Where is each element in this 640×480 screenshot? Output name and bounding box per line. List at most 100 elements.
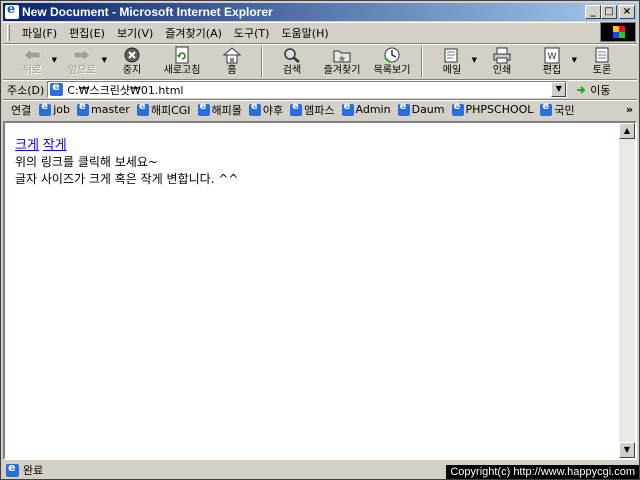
back-button[interactable]: 뒤로 ▼ xyxy=(7,46,57,80)
menu-tools[interactable]: 도구(T) xyxy=(228,25,276,41)
close-button[interactable]: × xyxy=(619,5,635,19)
link-page-icon xyxy=(248,101,261,116)
copyright-watermark: Copyright(c) http://www.happycgi.com xyxy=(446,465,639,479)
mail-button[interactable]: 메일 ▼ xyxy=(427,46,477,80)
link-happycgi[interactable]: 해피CGI xyxy=(136,101,191,118)
history-button[interactable]: 목록보기 xyxy=(367,46,417,80)
word-edit-icon: W xyxy=(544,47,560,64)
toolbar-grip xyxy=(7,24,10,41)
forward-button[interactable]: 앞으로 ▼ xyxy=(57,46,107,80)
refresh-icon xyxy=(175,46,189,64)
enlarge-text-link[interactable]: 크게 xyxy=(15,138,39,153)
history-icon xyxy=(384,47,400,63)
minimize-button[interactable]: _ xyxy=(585,5,601,19)
window-controls: _ □ × xyxy=(585,5,635,19)
search-icon xyxy=(284,48,300,63)
standard-toolbar: 뒤로 ▼ 앞으로 ▼ 중지 새로고침 홈 검색 즐겨찾기 목록보기 메일 ▼ 인… xyxy=(3,43,637,79)
link-page-icon xyxy=(451,101,464,116)
print-button[interactable]: 인쇄 xyxy=(477,46,527,80)
search-button[interactable]: 검색 xyxy=(267,46,317,80)
link-page-icon xyxy=(397,101,410,116)
address-dropdown-icon[interactable]: ▼ xyxy=(551,82,567,97)
home-label: 홈 xyxy=(227,65,237,76)
windows-logo-icon xyxy=(600,22,636,42)
go-arrow-icon xyxy=(577,85,586,94)
title-bar: New Document - Microsoft Internet Explor… xyxy=(3,2,637,21)
forward-label: 앞으로 xyxy=(68,65,96,76)
link-page-icon xyxy=(136,101,149,116)
browser-window: New Document - Microsoft Internet Explor… xyxy=(0,0,640,480)
vertical-scrollbar[interactable]: ▲ ▼ xyxy=(619,123,635,458)
size-links: 크게 작게 xyxy=(15,137,238,154)
stop-button[interactable]: 중지 xyxy=(107,46,157,80)
edit-button[interactable]: W 편집 ▼ xyxy=(527,46,577,80)
description-text: 글자 사이즈가 크게 혹은 작게 변합니다. ^^ xyxy=(15,172,239,186)
stop-icon xyxy=(124,47,140,63)
page-body: 크게 작게 위의 링크를 클릭해 보세요~ 글자 사이즈가 크게 혹은 작게 변… xyxy=(15,137,238,188)
forward-arrow-icon xyxy=(73,48,91,62)
go-label: 이동 xyxy=(590,83,611,97)
scroll-down-button[interactable]: ▼ xyxy=(619,442,635,458)
link-yahoo[interactable]: 야후 xyxy=(248,101,284,118)
home-button[interactable]: 홈 xyxy=(207,46,257,80)
back-arrow-icon xyxy=(23,48,41,62)
status-page-icon xyxy=(6,461,19,477)
print-label: 인쇄 xyxy=(492,65,512,76)
address-bar: 주소(D) C:₩스크린샷₩01.html ▼ 이동 xyxy=(3,79,637,99)
scroll-up-button[interactable]: ▲ xyxy=(619,123,635,139)
page-icon xyxy=(50,80,64,96)
link-label: PHPSCHOOL xyxy=(465,103,534,116)
discuss-icon xyxy=(595,47,609,63)
link-label: job xyxy=(53,103,71,116)
go-button[interactable]: 이동 xyxy=(575,82,611,98)
maximize-button[interactable]: □ xyxy=(601,5,617,19)
page-viewport: 크게 작게 위의 링크를 클릭해 보세요~ 글자 사이즈가 크게 혹은 작게 변… xyxy=(3,121,637,460)
link-daum[interactable]: Daum xyxy=(397,101,445,116)
toolbar-separator xyxy=(421,47,423,77)
menu-view[interactable]: 보기(V) xyxy=(111,25,159,41)
toolbar-separator xyxy=(261,47,263,77)
stop-label: 중지 xyxy=(122,65,142,76)
link-phpschool[interactable]: PHPSCHOOL xyxy=(451,101,534,116)
link-label: 해피몰 xyxy=(211,103,242,117)
link-happymall[interactable]: 해피몰 xyxy=(197,101,242,118)
link-label: master xyxy=(91,103,130,116)
link-label: 해피CGI xyxy=(150,103,191,117)
favorites-folder-icon xyxy=(333,50,351,63)
link-master[interactable]: master xyxy=(77,101,130,116)
link-job[interactable]: job xyxy=(39,101,71,116)
svg-text:W: W xyxy=(548,52,557,62)
favorites-button[interactable]: 즐겨찾기 xyxy=(317,46,367,80)
address-value[interactable]: C:₩스크린샷₩01.html xyxy=(67,82,183,98)
menu-favorites[interactable]: 즐겨찾기(A) xyxy=(159,25,228,41)
refresh-button[interactable]: 새로고침 xyxy=(157,46,207,80)
home-icon xyxy=(222,47,242,64)
link-page-icon xyxy=(39,101,52,116)
link-page-icon xyxy=(540,101,553,116)
link-label: 엠파스 xyxy=(304,103,335,117)
link-empas[interactable]: 엠파스 xyxy=(290,101,335,118)
edit-label: 편집 xyxy=(542,65,562,76)
link-page-icon xyxy=(77,101,90,116)
menu-file[interactable]: 파일(F) xyxy=(16,25,63,41)
mail-icon xyxy=(444,48,458,63)
menu-help[interactable]: 도움말(H) xyxy=(275,25,334,41)
menu-edit[interactable]: 편집(E) xyxy=(63,25,111,41)
links-caption: 연결 xyxy=(11,103,32,117)
link-label: 야후 xyxy=(262,103,284,117)
window-title: New Document - Microsoft Internet Explor… xyxy=(22,5,273,19)
address-label: 주소(D) xyxy=(7,83,45,97)
discuss-button[interactable]: 토론 xyxy=(577,46,627,80)
refresh-label: 새로고침 xyxy=(163,65,201,76)
address-input[interactable]: C:₩스크린샷₩01.html ▼ xyxy=(47,80,568,98)
link-label: Daum xyxy=(411,103,445,116)
history-label: 목록보기 xyxy=(373,65,411,76)
links-bar: 연결 job master 해피CGI 해피몰 야후 엠파스 Admin Dau… xyxy=(3,99,637,119)
link-admin[interactable]: Admin xyxy=(341,101,391,116)
shrink-text-link[interactable]: 작게 xyxy=(43,138,67,153)
instruction-text: 위의 링크를 클릭해 보세요~ xyxy=(15,155,158,169)
link-page-icon xyxy=(290,101,303,116)
links-more-button[interactable]: » xyxy=(626,103,633,116)
link-kookmin[interactable]: 국민 xyxy=(540,101,575,118)
discuss-label: 토론 xyxy=(592,65,612,76)
